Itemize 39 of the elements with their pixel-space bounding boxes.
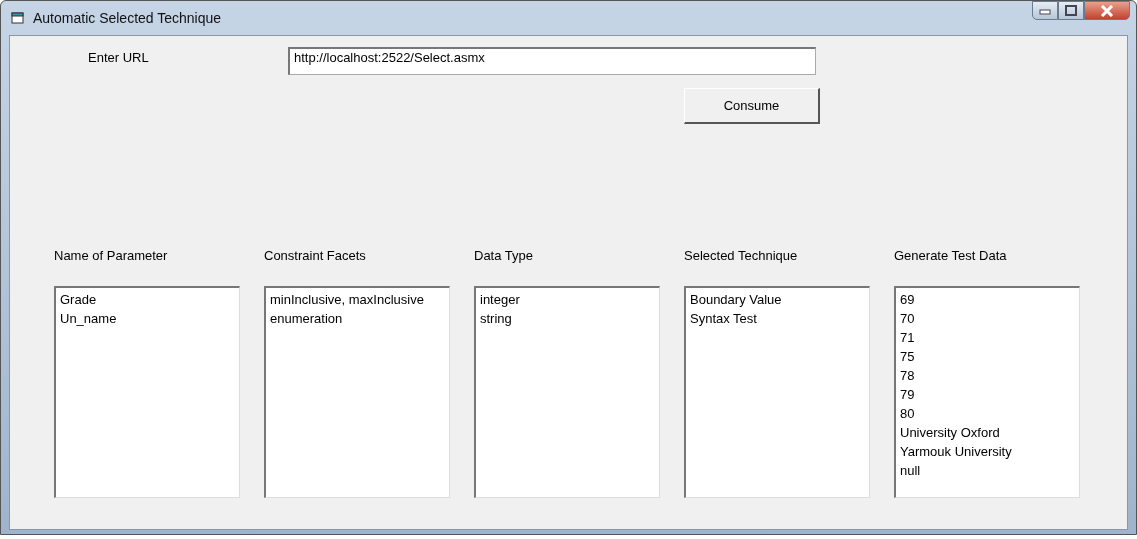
list-item[interactable]: integer — [480, 290, 655, 309]
list-item[interactable]: Syntax Test — [690, 309, 865, 328]
close-icon — [1100, 4, 1114, 17]
list-item[interactable]: 75 — [900, 347, 1075, 366]
list-box[interactable]: 69 70 71 75 78 79 80 University Oxford Yarmouk University null — [894, 286, 1080, 498]
window-icon — [11, 11, 25, 25]
list-item[interactable]: Un_name — [60, 309, 235, 328]
list-box[interactable]: Boundary Value Syntax Test — [684, 286, 870, 498]
maximize-button[interactable] — [1058, 1, 1084, 20]
list-item[interactable]: minInclusive, maxInclusive — [270, 290, 445, 309]
consume-button[interactable]: Consume — [684, 88, 820, 124]
list-item[interactable]: 69 — [900, 290, 1075, 309]
maximize-icon — [1065, 5, 1077, 16]
column-label: Generate Test Data — [894, 248, 1008, 265]
list-item[interactable]: 78 — [900, 366, 1075, 385]
list-box[interactable]: Grade Un_name — [54, 286, 240, 498]
list-item[interactable]: null — [900, 461, 1075, 480]
window-title: Automatic Selected Technique — [33, 10, 222, 26]
list-item[interactable]: 71 — [900, 328, 1075, 347]
column-label: Name of Parameter — [54, 248, 169, 265]
list-item[interactable]: University Oxford — [900, 423, 1075, 442]
url-label: Enter URL — [88, 50, 150, 65]
url-field[interactable]: http://localhost:2522/Select.asmx — [288, 47, 816, 75]
list-item[interactable]: 79 — [900, 385, 1075, 404]
list-item[interactable]: Yarmouk University — [900, 442, 1075, 461]
list-item[interactable]: 70 — [900, 309, 1075, 328]
list-box[interactable]: minInclusive, maxInclusive enumeration — [264, 286, 450, 498]
close-button[interactable] — [1084, 1, 1130, 20]
column-label: Data Type — [474, 248, 535, 265]
list-item[interactable]: enumeration — [270, 309, 445, 328]
list-item[interactable]: string — [480, 309, 655, 328]
list-item[interactable]: Boundary Value — [690, 290, 865, 309]
column-label: Constraint Facets — [264, 248, 367, 265]
minimize-button[interactable] — [1032, 1, 1058, 20]
column-label: Selected Technique — [684, 248, 799, 265]
list-box[interactable]: integer string — [474, 286, 660, 498]
list-item[interactable]: 80 — [900, 404, 1075, 423]
list-item[interactable]: Grade — [60, 290, 235, 309]
minimize-icon — [1039, 6, 1051, 15]
